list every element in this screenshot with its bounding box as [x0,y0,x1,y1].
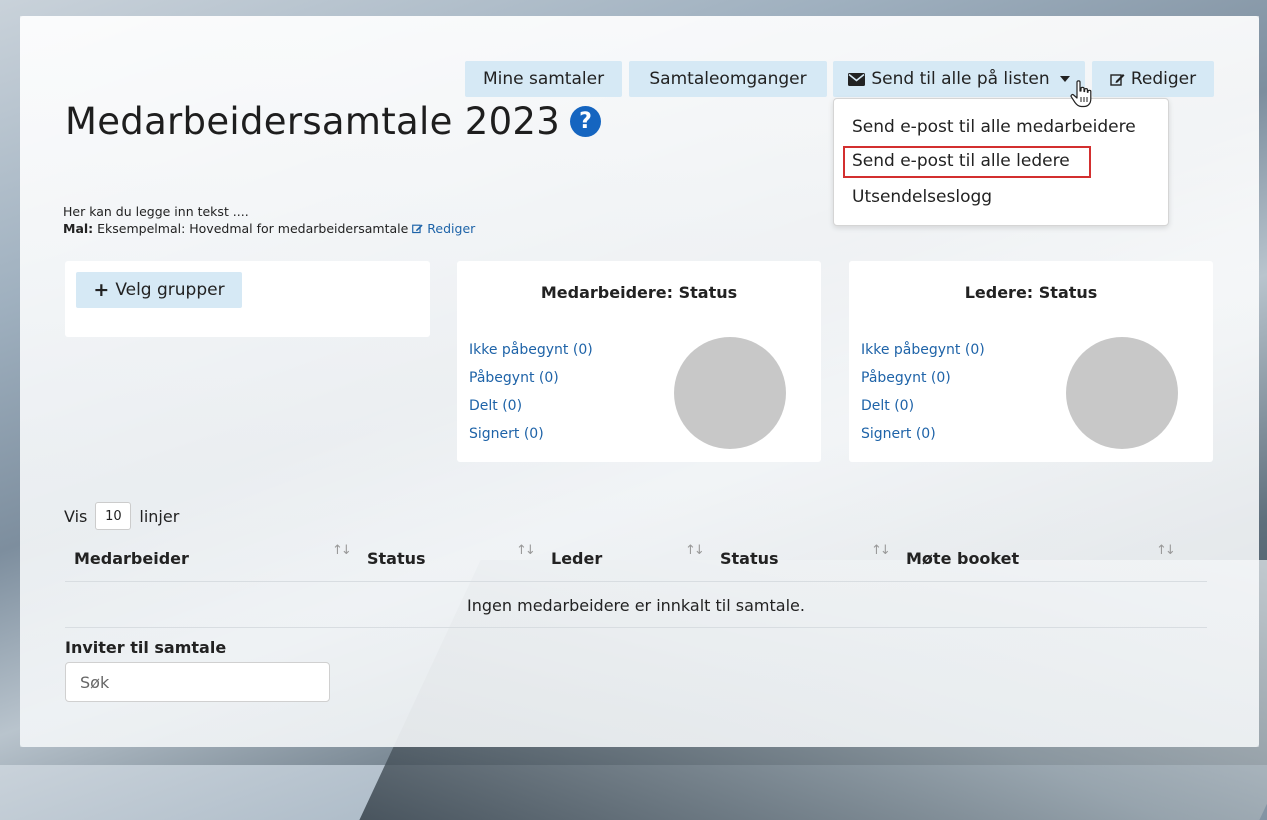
intro-text: Her kan du legge inn tekst .... [63,204,249,219]
inviter-til-samtale-label: Inviter til samtale [65,638,227,657]
page-length-control: Vis 10 linjer [64,502,179,530]
highlight-box [843,146,1091,178]
mal-value: Eksempelmal: Hovedmal for medarbeidersam… [97,221,409,236]
edit-icon [1110,73,1125,86]
column-header-mote-booket[interactable]: Møte booket [906,549,1019,568]
envelope-icon [848,72,866,86]
samtaleomganger-label: Samtaleomganger [649,69,807,89]
status-ikke-pabegynt-link[interactable]: Ikke påbegynt (0) [469,342,593,358]
mal-label: Mal: [63,221,94,236]
page-title-text: Medarbeidersamtale 2023 [65,100,561,143]
send-dropdown-menu: Send e-post til alle medarbeidere Send e… [833,98,1169,226]
page-title: Medarbeidersamtale 2023 ? [65,100,602,143]
status-pabegynt-link[interactable]: Påbegynt (0) [469,370,559,386]
ledere-status-title: Ledere: Status [964,283,1098,302]
sort-icon[interactable]: ↑↓ [332,543,352,558]
ledere-status-pie-chart [1066,337,1178,449]
samtaleomganger-button[interactable]: Samtaleomganger [629,61,827,97]
plus-icon: + [93,279,110,301]
mine-samtaler-label: Mine samtaler [482,69,605,89]
lines-per-page-select[interactable]: 10 [95,502,132,530]
medarbeidere-status-title: Medarbeidere: Status [540,283,738,302]
ledere-status-card: Ledere: Status Ikke påbegynt (0) Påbegyn… [849,261,1213,462]
column-header-medarbeider[interactable]: Medarbeider [74,549,189,568]
hand-cursor-icon [1070,80,1092,108]
table-bottom-divider [65,627,1207,628]
mal-edit-label: Rediger [427,221,476,236]
table-header-divider [65,581,1207,582]
velg-grupper-button[interactable]: + Velg grupper [76,272,242,308]
status-ikke-pabegynt-link[interactable]: Ikke påbegynt (0) [861,342,985,358]
column-header-leder-status[interactable]: Status [720,549,779,568]
status-pabegynt-link[interactable]: Påbegynt (0) [861,370,951,386]
send-til-alle-dropdown-button[interactable]: Send til alle på listen [833,61,1085,97]
mal-edit-link[interactable]: Rediger [412,221,475,236]
status-delt-link[interactable]: Delt (0) [469,398,522,414]
send-til-alle-label: Send til alle på listen [871,69,1050,89]
status-signert-link[interactable]: Signert (0) [861,426,936,442]
rediger-label: Rediger [1130,69,1197,89]
sort-icon[interactable]: ↑↓ [1156,543,1176,558]
status-signert-link[interactable]: Signert (0) [469,426,544,442]
dropdown-item-utsendelseslogg[interactable]: Utsendelseslogg [852,187,992,207]
linjer-label: linjer [139,506,180,526]
medarbeidere-status-pie-chart [674,337,786,449]
help-icon[interactable]: ? [570,106,602,137]
dropdown-item-send-medarbeidere[interactable]: Send e-post til alle medarbeidere [852,117,1136,137]
edit-icon [412,224,423,234]
sort-icon[interactable]: ↑↓ [685,543,705,558]
rediger-button[interactable]: Rediger [1092,61,1214,97]
column-header-leder[interactable]: Leder [551,549,602,568]
table-empty-message: Ingen medarbeidere er innkalt til samtal… [467,596,805,615]
vis-label: Vis [64,506,88,526]
intro-section: Her kan du legge inn tekst .... Mal: Eks… [63,203,475,237]
search-input[interactable] [65,662,330,702]
caret-down-icon [1059,76,1070,82]
sort-icon[interactable]: ↑↓ [871,543,891,558]
status-delt-link[interactable]: Delt (0) [861,398,914,414]
column-header-status[interactable]: Status [367,549,426,568]
velg-grupper-label: Velg grupper [115,280,225,300]
main-panel: Mine samtaler Samtaleomganger Send til a… [20,16,1259,747]
medarbeidere-status-card: Medarbeidere: Status Ikke påbegynt (0) P… [457,261,821,462]
mine-samtaler-button[interactable]: Mine samtaler [465,61,622,97]
sort-icon[interactable]: ↑↓ [516,543,536,558]
